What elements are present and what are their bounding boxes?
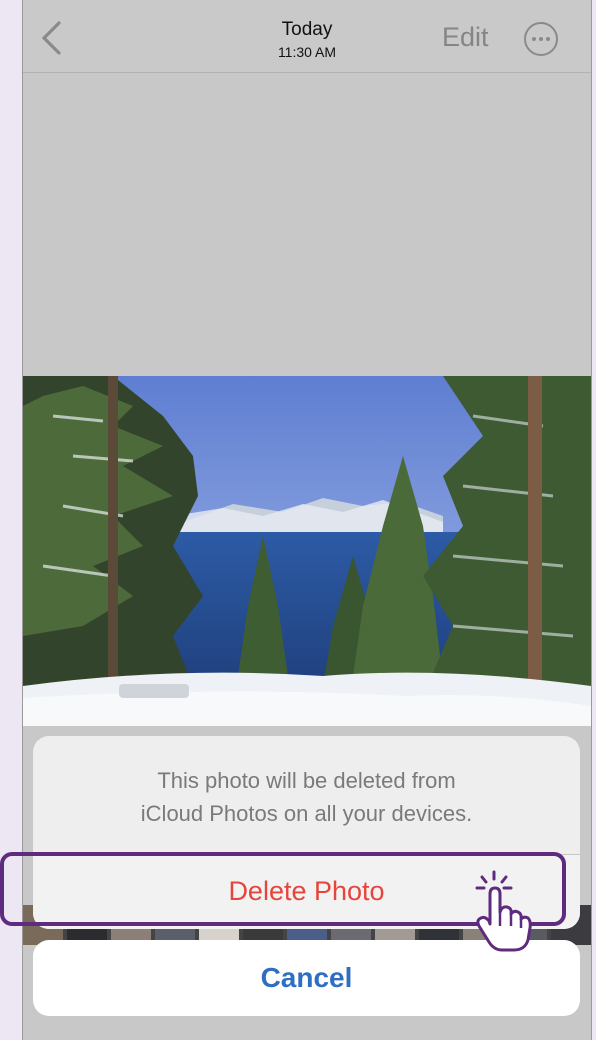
navigation-bar: Today 11:30 AM Edit (23, 0, 591, 73)
message-line-1: This photo will be deleted from (157, 768, 456, 793)
ellipsis-circle-icon[interactable] (523, 21, 559, 57)
nav-subtitle: 11:30 AM (277, 44, 337, 60)
cancel-label: Cancel (260, 962, 353, 993)
edit-button[interactable]: Edit (442, 22, 489, 53)
tap-hand-icon (475, 870, 532, 952)
nav-title: Today (281, 19, 333, 40)
action-sheet-message: This photo will be deleted from iCloud P… (33, 764, 580, 830)
message-line-2: iCloud Photos on all your devices. (140, 801, 473, 826)
photo[interactable] (23, 376, 591, 726)
